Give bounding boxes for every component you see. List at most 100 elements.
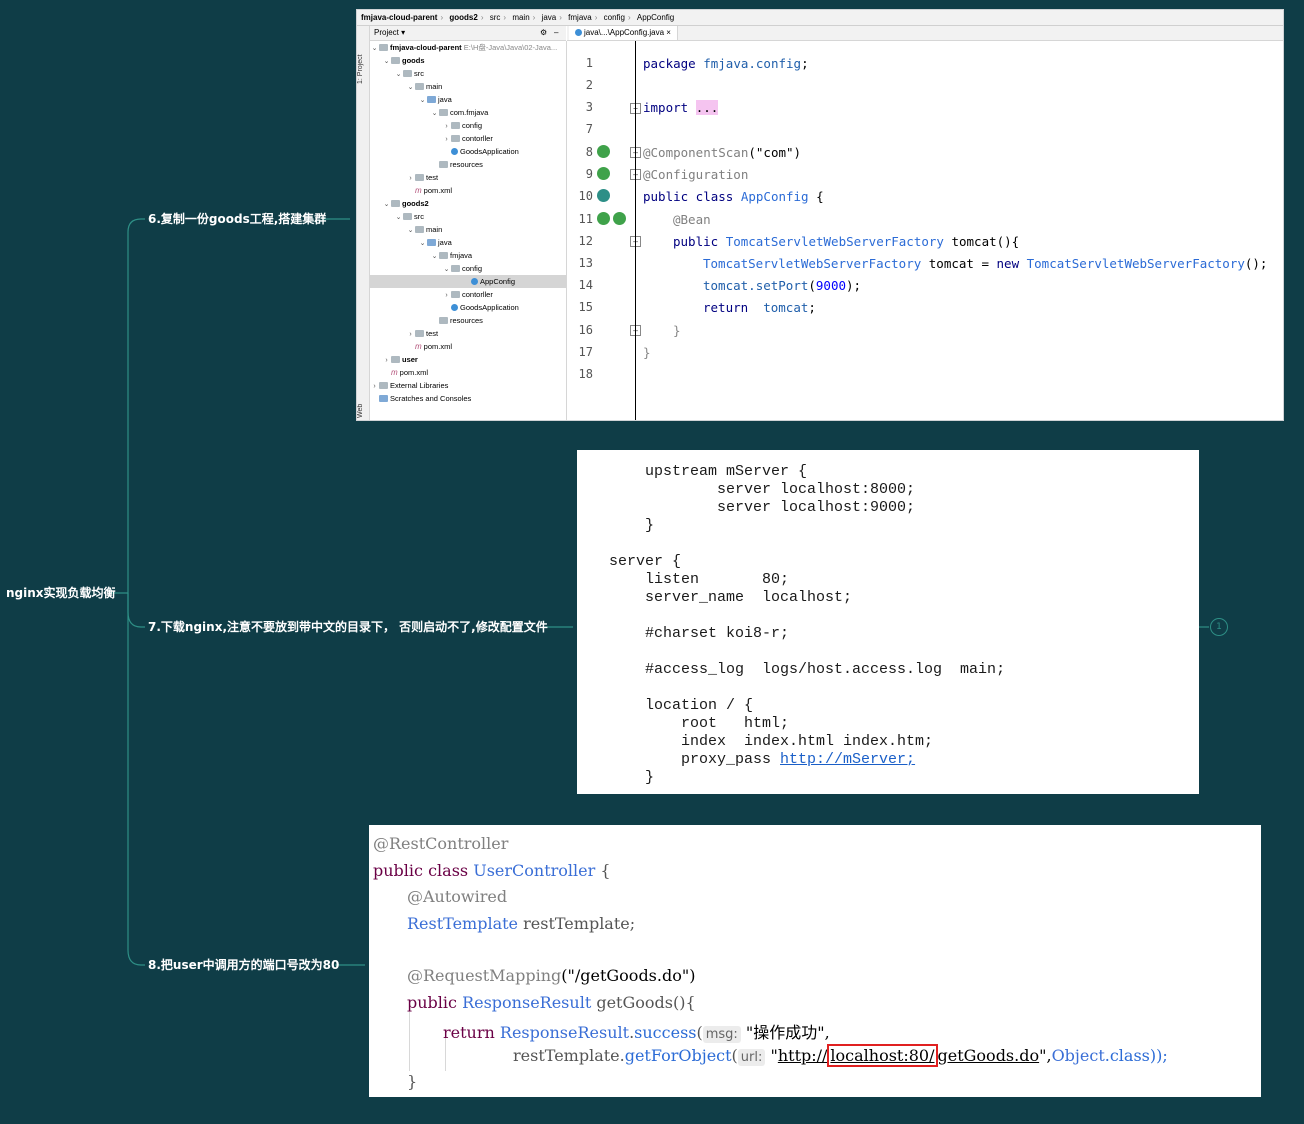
tree-item[interactable]: resources — [430, 314, 483, 327]
tree-item[interactable]: ⌄ java — [418, 93, 452, 106]
breadcrumb-item[interactable]: main — [512, 13, 529, 22]
tree-item[interactable]: › contorller — [442, 288, 493, 301]
web-side-tab[interactable]: Web — [357, 398, 369, 418]
chevron-down-icon[interactable]: ▾ — [401, 28, 405, 37]
tree-item[interactable]: ⌄ src — [394, 67, 424, 80]
tree-item[interactable]: GoodsApplication — [451, 301, 519, 314]
code-line: public ResponseResult getGoods(){ — [407, 993, 696, 1012]
config-line: root html; — [609, 715, 790, 732]
tree-item[interactable]: › contorller — [442, 132, 493, 145]
tree-item[interactable]: › user — [382, 353, 418, 366]
project-dropdown[interactable]: Project — [374, 28, 399, 37]
config-line: server_name localhost; — [609, 589, 853, 606]
breadcrumb-item[interactable]: fmjava-cloud-parent — [361, 13, 437, 22]
config-line: index index.html index.htm; — [609, 733, 934, 750]
line-number: 17 — [578, 345, 593, 359]
project-panel-header: Project ▾ ⚙ – — [370, 26, 566, 41]
line-number: 8 — [585, 145, 593, 159]
tree-item[interactable]: › test — [406, 171, 438, 184]
tree-item[interactable]: m pom.xml — [382, 366, 428, 379]
line-number: 18 — [578, 367, 593, 381]
branch-topic-7[interactable]: 7.下载nginx,注意不要放到带中文的目录下， 否则启动不了,修改配置文件 — [148, 619, 548, 635]
line-number: 11 — [578, 212, 593, 226]
project-tree: ⌄ fmjava-cloud-parent E:\H盘-Java\Java\02-… — [370, 41, 567, 420]
code-line: public TomcatServletWebServerFactory tom… — [673, 234, 1020, 249]
breadcrumb-item[interactable]: java — [542, 13, 557, 22]
code-line: public class AppConfig { — [643, 189, 824, 204]
tree-item[interactable]: ⌄ goods2 — [382, 197, 429, 210]
code-line: @Autowired — [407, 887, 508, 906]
spring-bean-icon[interactable] — [613, 212, 626, 225]
tree-item[interactable]: ⌄ main — [406, 223, 443, 236]
tree-item[interactable]: ⌄ fmjava-cloud-parent E:\H盘-Java\Java\02-… — [370, 41, 558, 54]
text-caret-line — [635, 41, 636, 420]
minimize-icon[interactable]: – — [554, 26, 558, 40]
tree-item[interactable]: ⌄ fmjava — [430, 249, 473, 262]
code-line: @Configuration — [643, 167, 749, 182]
proxy-pass-link[interactable]: http://mServer; — [780, 751, 915, 768]
collapse-badge[interactable]: 1 — [1210, 618, 1228, 636]
spring-bean-icon[interactable] — [597, 212, 610, 225]
code-line: @RequestMapping("/getGoods.do") — [407, 966, 696, 985]
spring-bean-icon[interactable] — [597, 167, 610, 180]
tree-item[interactable]: ⌄ com.fmjava — [430, 106, 489, 119]
tree-item[interactable]: ⌄ main — [406, 80, 443, 93]
editor-tabbar: java\...\AppConfig.java × — [567, 26, 1283, 41]
breadcrumb: fmjava-cloud-parent › goods2 › src › main › … — [357, 10, 1283, 26]
breadcrumb-item[interactable]: src — [490, 13, 501, 22]
config-line: server localhost:9000; — [609, 499, 916, 516]
tree-item-selected[interactable]: AppConfig — [370, 275, 566, 288]
spring-config-icon[interactable] — [597, 189, 610, 202]
branch-topic-6[interactable]: 6.复制一份goods工程,搭建集群 — [148, 211, 326, 227]
code-line: TomcatServletWebServerFactory tomcat = n… — [703, 256, 1268, 271]
code-line: package fmjava.config; — [643, 56, 809, 71]
tree-item[interactable]: › External Libraries — [370, 379, 448, 392]
line-number: 16 — [578, 323, 593, 337]
config-line: proxy_pass http://mServer; — [609, 751, 916, 768]
indent-guide — [409, 1011, 410, 1071]
line-number: 9 — [585, 167, 593, 181]
tree-item[interactable]: GoodsApplication — [451, 145, 519, 158]
tree-item[interactable]: Scratches and Consoles — [370, 392, 471, 405]
code-line: return ResponseResult.success(msg: "操作成功… — [443, 1023, 830, 1043]
breadcrumb-item[interactable]: AppConfig — [637, 13, 674, 22]
code-line: } — [643, 345, 651, 360]
tree-item[interactable]: › test — [406, 327, 438, 340]
spring-bean-icon[interactable] — [597, 145, 610, 158]
code-line: @RestController — [373, 834, 509, 853]
code-line: restTemplate.getForObject(url: "http://l… — [513, 1044, 1168, 1067]
code-line: @Bean — [673, 212, 711, 227]
breadcrumb-item[interactable]: config — [604, 13, 625, 22]
root-topic[interactable]: nginx实现负载均衡 — [6, 585, 116, 601]
tree-item[interactable]: ⌄ goods — [382, 54, 425, 67]
tree-item[interactable]: resources — [430, 158, 483, 171]
tree-item[interactable]: ⌄ java — [418, 236, 452, 249]
line-number: 12 — [578, 234, 593, 248]
line-number: 1 — [585, 56, 593, 70]
ide-screenshot: fmjava-cloud-parent › goods2 › src › main › … — [356, 9, 1284, 421]
config-line: server { — [609, 553, 682, 570]
config-line: server localhost:8000; — [609, 481, 916, 498]
config-line: upstream mServer { — [609, 463, 808, 480]
nginx-config-snippet: upstream mServer { server localhost:8000… — [577, 450, 1199, 794]
line-number: 3 — [585, 100, 593, 114]
gear-icon[interactable]: ⚙ — [540, 26, 547, 40]
config-line: } — [609, 517, 655, 534]
line-number: 2 — [585, 78, 593, 92]
tree-item[interactable]: ⌄ config — [442, 262, 482, 275]
tree-item[interactable]: ⌄ src — [394, 210, 424, 223]
code-editor[interactable]: package fmjava.config; import ... @Compo… — [637, 41, 1283, 420]
branch-topic-8[interactable]: 8.把user中调用方的端口号改为80 — [148, 957, 339, 973]
tree-item[interactable]: m pom.xml — [406, 184, 452, 197]
config-line: #access_log logs/host.access.log main; — [609, 661, 1006, 678]
config-line: #charset koi8-r; — [609, 625, 790, 642]
editor-tab-appconfig[interactable]: java\...\AppConfig.java × — [569, 26, 678, 40]
tree-item[interactable]: m pom.xml — [406, 340, 452, 353]
tree-item[interactable]: › config — [442, 119, 482, 132]
breadcrumb-item[interactable]: fmjava — [568, 13, 592, 22]
project-side-tab[interactable]: 1: Project — [357, 34, 369, 84]
highlighted-port: localhost:80/ — [827, 1044, 938, 1067]
close-icon[interactable]: × — [666, 28, 671, 37]
breadcrumb-item[interactable]: goods2 — [449, 13, 477, 22]
line-number: 14 — [578, 278, 593, 292]
